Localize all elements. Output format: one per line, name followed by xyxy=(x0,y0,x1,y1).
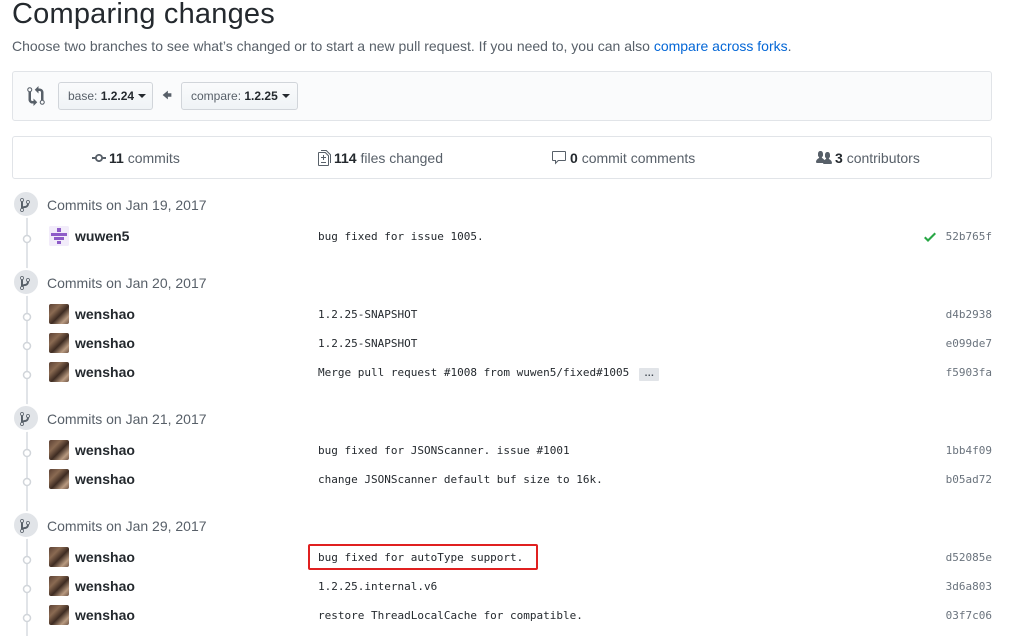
commit-author[interactable]: wenshao xyxy=(75,306,135,322)
commit-group-date: Commits on Jan 21, 2017 xyxy=(47,411,207,427)
comments-count: 0 xyxy=(570,150,578,166)
commit-message-text[interactable]: bug fixed for JSONScanner. issue #1001 xyxy=(318,444,570,457)
commit-row: wenshao bug fixed for JSONScanner. issue … xyxy=(12,438,992,467)
comment-icon xyxy=(552,151,566,165)
commit-message-text[interactable]: Merge pull request #1008 from wuwen5/fix… xyxy=(318,366,629,379)
arrow-left-icon xyxy=(162,90,172,100)
commit-sha-link[interactable]: 1bb4f09 xyxy=(946,444,992,457)
git-commit-icon xyxy=(92,154,106,162)
commit-author[interactable]: wenshao xyxy=(75,471,135,487)
commit-group-date: Commits on Jan 20, 2017 xyxy=(47,275,207,291)
commit-message[interactable]: 1.2.25.internal.v6 xyxy=(318,580,437,593)
commit-message[interactable]: Merge pull request #1008 from wuwen5/fix… xyxy=(318,366,660,381)
overall-summary: 11 commits 114 files changed 0 commit co… xyxy=(12,136,992,179)
commit-message-text[interactable]: change JSONScanner default buf size to 1… xyxy=(318,473,603,486)
compare-value: 1.2.25 xyxy=(244,89,278,103)
commit-group-date: Commits on Jan 29, 2017 xyxy=(47,518,207,534)
commit-author[interactable]: wenshao xyxy=(75,607,135,623)
subtitle-text: Choose two branches to see what’s change… xyxy=(12,38,650,54)
compare-prefix: compare: xyxy=(191,89,242,103)
page-title: Comparing changes xyxy=(12,0,275,30)
commit-row: wenshao Merge pull request #1008 from wuw… xyxy=(12,360,992,389)
avatar[interactable] xyxy=(49,333,69,353)
caret-down-icon xyxy=(138,94,147,98)
commit-author[interactable]: wenshao xyxy=(75,364,135,380)
files-changed-tab[interactable]: 114 files changed xyxy=(318,150,443,166)
commit-author[interactable]: wuwen5 xyxy=(75,228,129,244)
commit-sha-link[interactable]: e099de7 xyxy=(946,337,992,350)
commit-row: wenshao restore ThreadLocalCache for comp… xyxy=(12,603,992,632)
commit-message-text[interactable]: restore ThreadLocalCache for compatible. xyxy=(318,609,583,622)
commit-row: wenshao 1.2.25-SNAPSHOT e099de7 xyxy=(12,331,992,360)
commit-sha-link[interactable]: b05ad72 xyxy=(946,473,992,486)
commit-message[interactable]: 1.2.25-SNAPSHOT xyxy=(318,308,417,321)
contributors-label: contributors xyxy=(846,150,920,166)
commit-sha-link[interactable]: 03f7c06 xyxy=(946,609,992,622)
commits-tab[interactable]: 11 commits xyxy=(92,150,180,166)
organization-icon xyxy=(816,151,832,164)
base-branch-select[interactable]: base: 1.2.24 xyxy=(58,82,153,110)
avatar[interactable] xyxy=(49,440,69,460)
commit-message-text[interactable]: 1.2.25-SNAPSHOT xyxy=(318,337,417,350)
avatar[interactable] xyxy=(49,362,69,382)
git-commit-group-icon xyxy=(12,404,40,432)
range-editor: base: 1.2.24 compare: 1.2.25 xyxy=(12,71,992,121)
file-diff-icon xyxy=(318,150,331,166)
commit-sha-link[interactable]: 3d6a803 xyxy=(946,580,992,593)
avatar[interactable] xyxy=(49,304,69,324)
files-label: files changed xyxy=(360,150,443,166)
commit-message[interactable]: bug fixed for JSONScanner. issue #1001 xyxy=(318,444,570,457)
commit-author[interactable]: wenshao xyxy=(75,335,135,351)
page-subtitle: Choose two branches to see what’s change… xyxy=(12,38,792,54)
caret-down-icon xyxy=(281,94,290,98)
commit-comments-tab[interactable]: 0 commit comments xyxy=(551,150,695,166)
commits-count: 11 xyxy=(109,150,124,166)
commit-group-date: Commits on Jan 19, 2017 xyxy=(47,197,207,213)
avatar[interactable] xyxy=(49,469,69,489)
files-count: 114 xyxy=(334,150,357,166)
commit-message[interactable]: 1.2.25-SNAPSHOT xyxy=(318,337,417,350)
avatar[interactable] xyxy=(49,605,69,625)
base-prefix: base: xyxy=(68,89,98,103)
commit-row: wenshao 1.2.25-SNAPSHOT d4b2938 xyxy=(12,302,992,331)
commit-sha-link[interactable]: d4b2938 xyxy=(946,308,992,321)
avatar[interactable] xyxy=(49,576,69,596)
comments-label: commit comments xyxy=(581,150,696,166)
avatar[interactable] xyxy=(49,547,69,567)
commit-message[interactable]: bug fixed for issue 1005. xyxy=(318,230,484,243)
commit-row: wenshao 1.2.25.internal.v6 3d6a803 xyxy=(12,574,992,603)
commit-sha-link[interactable]: d52085e xyxy=(946,551,992,564)
git-commit-group-icon xyxy=(12,268,40,296)
commit-row: wuwen5 bug fixed for issue 1005. 52b765f xyxy=(12,224,992,253)
subtitle-end: . xyxy=(787,38,792,54)
contributors-count: 3 xyxy=(835,150,843,166)
highlight-annotation xyxy=(308,544,538,570)
commits-label: commits xyxy=(127,150,180,166)
commit-author[interactable]: wenshao xyxy=(75,578,135,594)
commit-message[interactable]: restore ThreadLocalCache for compatible. xyxy=(318,609,583,622)
base-value: 1.2.24 xyxy=(100,89,135,103)
compare-branch-select[interactable]: compare: 1.2.25 xyxy=(181,82,298,110)
check-icon[interactable] xyxy=(924,229,936,250)
commit-sha-link[interactable]: 52b765f xyxy=(946,230,992,243)
commit-message-text[interactable]: 1.2.25.internal.v6 xyxy=(318,580,437,593)
compare-across-forks-link[interactable]: compare across forks xyxy=(654,38,788,54)
commit-message-text[interactable]: bug fixed for issue 1005. xyxy=(318,230,484,243)
avatar[interactable] xyxy=(49,226,69,246)
commit-message[interactable]: change JSONScanner default buf size to 1… xyxy=(318,473,603,486)
contributors-tab[interactable]: 3 contributors xyxy=(816,150,920,166)
commit-author[interactable]: wenshao xyxy=(75,549,135,565)
expand-message-button[interactable]: … xyxy=(639,368,660,381)
git-commit-group-icon xyxy=(12,511,40,539)
git-compare-icon xyxy=(27,86,45,106)
commit-sha-link[interactable]: f5903fa xyxy=(946,366,992,379)
git-commit-group-icon xyxy=(12,190,40,218)
commit-author[interactable]: wenshao xyxy=(75,442,135,458)
commit-row: wenshao change JSONScanner default buf si… xyxy=(12,467,992,496)
commit-message-text[interactable]: 1.2.25-SNAPSHOT xyxy=(318,308,417,321)
